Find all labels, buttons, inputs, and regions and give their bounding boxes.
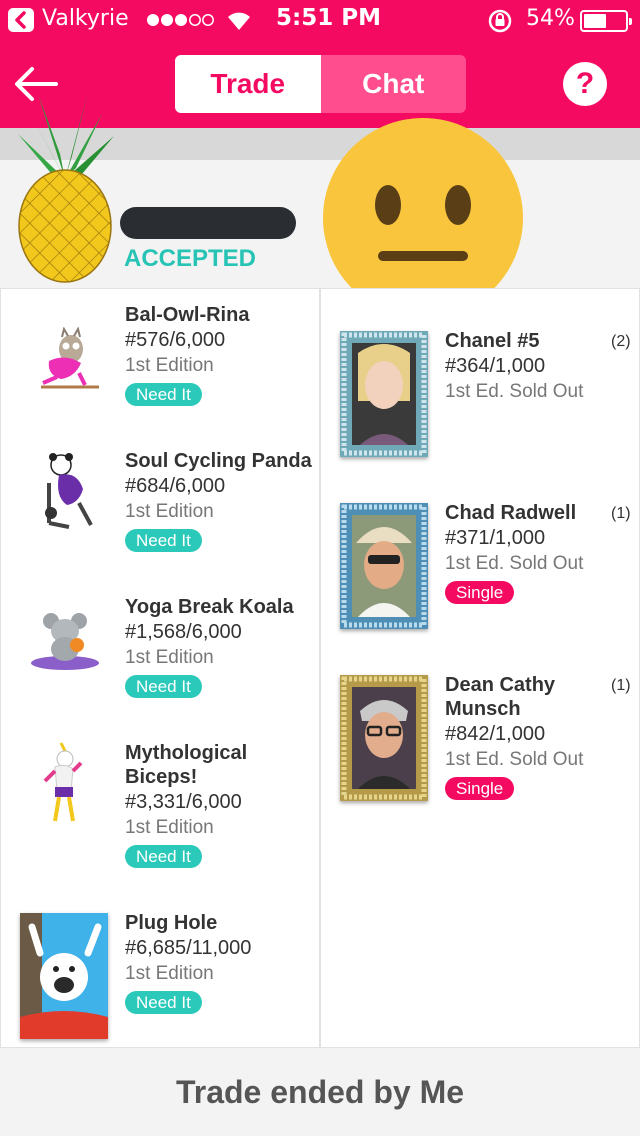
item-title: Soul Cycling Panda bbox=[125, 450, 312, 472]
bal-owl-rina-thumbnail[interactable] bbox=[35, 327, 105, 391]
item-number: #1,568/6,000 bbox=[125, 621, 242, 643]
list-item[interactable]: Plug Hole #6,685/11,000 1st Edition Need… bbox=[125, 911, 251, 1014]
item-title: Chanel #5 bbox=[445, 330, 540, 352]
trade-footer: Trade ended by Me bbox=[0, 1048, 640, 1136]
list-item[interactable]: Dean Cathy Munsch #842/1,000 1st Ed. Sol… bbox=[445, 673, 583, 800]
need-it-badge: Need It bbox=[125, 845, 202, 868]
need-it-badge: Need It bbox=[125, 383, 202, 406]
need-it-badge: Need It bbox=[125, 529, 202, 552]
pineapple-avatar[interactable] bbox=[10, 84, 120, 284]
list-item[interactable]: Yoga Break Koala #1,568/6,000 1st Editio… bbox=[125, 595, 294, 698]
item-quantity: (2) bbox=[611, 333, 631, 350]
item-quantity: (1) bbox=[611, 677, 631, 694]
dean-cathy-munsch-card[interactable] bbox=[340, 675, 428, 801]
yoga-break-koala-thumbnail[interactable] bbox=[29, 609, 101, 671]
clock-time: 5:51 PM bbox=[276, 5, 381, 31]
item-title: Chad Radwell bbox=[445, 502, 577, 524]
tab-trade[interactable]: Trade bbox=[175, 55, 321, 113]
list-item[interactable]: Chad Radwell #371/1,000 1st Ed. Sold Out… bbox=[445, 501, 583, 604]
item-edition: 1st Edition bbox=[125, 355, 214, 376]
tab-chat[interactable]: Chat bbox=[320, 55, 466, 113]
item-edition: 1st Edition bbox=[125, 817, 214, 838]
battery-percent: 54% bbox=[526, 6, 575, 31]
list-item[interactable]: Chanel #5 #364/1,000 1st Ed. Sold Out bbox=[445, 329, 583, 405]
item-title: Dean Cathy bbox=[445, 674, 556, 696]
trade-status: ACCEPTED bbox=[124, 245, 257, 272]
list-item[interactable]: Bal-Owl-Rina #576/6,000 1st Edition Need… bbox=[125, 303, 249, 406]
item-edition: 1st Ed. Sold Out bbox=[445, 749, 584, 770]
item-number: #371/1,000 bbox=[445, 527, 546, 549]
item-title-line2: Munsch bbox=[445, 698, 521, 720]
chanel-5-card[interactable] bbox=[340, 331, 428, 457]
need-it-badge: Need It bbox=[125, 675, 202, 698]
plug-hole-card[interactable] bbox=[20, 913, 108, 1039]
item-title-line2: Biceps! bbox=[125, 766, 198, 788]
need-it-badge: Need It bbox=[125, 991, 202, 1014]
status-bar: Valkyrie 5:51 PM 54% bbox=[0, 0, 640, 40]
item-number: #3,331/6,000 bbox=[125, 791, 242, 813]
item-number: #364/1,000 bbox=[445, 355, 546, 377]
item-title: Plug Hole bbox=[125, 912, 218, 934]
battery-level bbox=[584, 14, 606, 28]
their-items-column: Chanel #5 #364/1,000 1st Ed. Sold Out (2… bbox=[320, 288, 640, 1048]
my-items-column: Bal-Owl-Rina #576/6,000 1st Edition Need… bbox=[0, 288, 320, 1048]
item-number: #576/6,000 bbox=[125, 329, 226, 351]
item-title: Bal-Owl-Rina bbox=[125, 304, 250, 326]
single-badge: Single bbox=[445, 581, 515, 604]
list-item[interactable]: Mythological Biceps! #3,331/6,000 1st Ed… bbox=[125, 741, 247, 868]
item-edition: 1st Edition bbox=[125, 963, 214, 984]
item-number: #842/1,000 bbox=[445, 723, 546, 745]
signal-dots-icon bbox=[147, 14, 214, 26]
soul-cycling-panda-thumbnail[interactable] bbox=[39, 453, 99, 531]
back-to-app-icon[interactable] bbox=[8, 8, 34, 32]
wifi-icon bbox=[228, 12, 250, 30]
carrier-name: Valkyrie bbox=[42, 6, 129, 31]
trade-ended-message: Trade ended by Me bbox=[175, 1073, 465, 1110]
item-number: #6,685/11,000 bbox=[125, 937, 252, 959]
item-number: #684/6,000 bbox=[125, 475, 226, 497]
help-button[interactable]: ? bbox=[563, 62, 607, 106]
item-edition: 1st Ed. Sold Out bbox=[445, 553, 584, 574]
item-edition: 1st Edition bbox=[125, 501, 214, 522]
list-item[interactable]: Soul Cycling Panda #684/6,000 1st Editio… bbox=[125, 449, 312, 552]
item-quantity: (1) bbox=[611, 505, 631, 522]
chad-radwell-card[interactable] bbox=[340, 503, 428, 629]
user-name-redacted bbox=[120, 207, 296, 239]
item-edition: 1st Ed. Sold Out bbox=[445, 381, 584, 402]
item-title: Mythological bbox=[125, 742, 248, 764]
orientation-lock-icon bbox=[488, 9, 512, 33]
single-badge: Single bbox=[445, 777, 515, 800]
item-edition: 1st Edition bbox=[125, 647, 214, 668]
mythological-biceps-thumbnail[interactable] bbox=[41, 741, 87, 825]
trade-chat-segmented-control: Trade Chat bbox=[175, 55, 466, 113]
battery-icon bbox=[580, 10, 632, 32]
item-title: Yoga Break Koala bbox=[125, 596, 294, 618]
